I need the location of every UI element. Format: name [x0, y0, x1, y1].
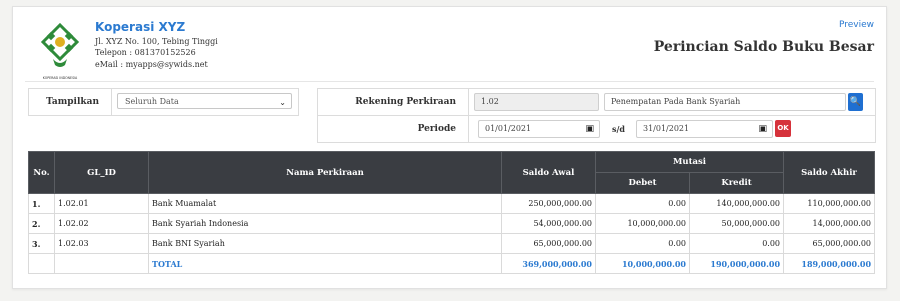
tampilkan-filter: Tampilkan Seluruh Data ⌄ [28, 88, 299, 116]
calendar-icon[interactable]: ▣ [758, 121, 767, 137]
date-to-value: 31/01/2021 [643, 124, 690, 133]
col-header-no: No. [28, 151, 55, 194]
ledger-table: No. GL_ID Nama Perkiraan Saldo Awal Muta… [28, 151, 876, 274]
total-saldo-akhir: 189,000,000.00 [783, 253, 876, 274]
row-saldo-awal: 54,000,000.00 [501, 213, 596, 234]
row-saldo-akhir: 110,000,000.00 [783, 193, 876, 214]
row-gl-id: 1.02.03 [54, 233, 149, 254]
company-phone: Telepon : 081370152526 [95, 48, 196, 58]
rekening-code-input[interactable]: 1.02 [474, 93, 599, 111]
table-row: 3. 1.02.03 Bank BNI Syariah 65,000,000.0… [28, 233, 876, 254]
company-info: Koperasi XYZ Jl. XYZ No. 100, Tebing Tin… [95, 19, 218, 70]
row-gl-id: 1.02.02 [54, 213, 149, 234]
col-header-saldo-akhir: Saldo Akhir [783, 151, 876, 194]
total-saldo-awal: 369,000,000.00 [501, 253, 596, 274]
row-gl-id: 1.02.01 [54, 193, 149, 214]
col-header-mutasi: Mutasi [594, 151, 785, 173]
tampilkan-select[interactable]: Seluruh Data ⌄ [117, 93, 292, 109]
date-from-input[interactable]: 01/01/2021 ▣ [478, 120, 600, 138]
row-kredit: 140,000,000.00 [688, 193, 785, 214]
col-header-debet: Debet [595, 172, 690, 194]
total-debet: 10,000,000.00 [595, 253, 690, 274]
row-saldo-akhir: 65,000,000.00 [783, 233, 876, 254]
date-to-input[interactable]: 31/01/2021 ▣ [636, 120, 773, 138]
company-email: eMail : myapps@sywids.net [95, 59, 208, 69]
row-nama: Bank BNI Syariah [148, 233, 502, 254]
rekening-periode-filter: Rekening Perkiraan 1.02 Penempatan Pada … [317, 88, 876, 143]
calendar-icon[interactable]: ▣ [585, 121, 594, 137]
table-row: 2. 1.02.02 Bank Syariah Indonesia 54,000… [28, 213, 876, 234]
header-divider [25, 81, 874, 82]
row-no: 3. [28, 233, 55, 254]
search-icon: 🔍 [849, 97, 862, 107]
col-header-saldo-awal: Saldo Awal [501, 151, 596, 194]
row-saldo-awal: 65,000,000.00 [501, 233, 596, 254]
row-nama: Bank Syariah Indonesia [148, 213, 502, 234]
row-saldo-akhir: 14,000,000.00 [783, 213, 876, 234]
company-address: Jl. XYZ No. 100, Tebing Tinggi [95, 37, 218, 46]
logo-caption: KOPERASI INDONESIA [43, 76, 78, 80]
row-nama: Bank Muamalat [148, 193, 502, 214]
row-kredit: 0.00 [688, 233, 785, 254]
date-from-value: 01/01/2021 [485, 124, 532, 133]
chevron-down-icon: ⌄ [279, 98, 286, 107]
row-debet: 0.00 [595, 233, 690, 254]
table-row: 1. 1.02.01 Bank Muamalat 250,000,000.00 … [28, 193, 876, 214]
preview-link[interactable]: Preview [839, 20, 874, 30]
tampilkan-label: Tampilkan [46, 97, 99, 107]
row-debet: 0.00 [595, 193, 690, 214]
col-header-nama: Nama Perkiraan [148, 151, 502, 194]
col-header-gl-id: GL_ID [54, 151, 149, 194]
report-card: KOPERASI INDONESIA Koperasi XYZ Jl. XYZ … [12, 6, 887, 289]
rekening-name-input[interactable]: Penempatan Pada Bank Syariah [604, 93, 846, 111]
company-name: Koperasi XYZ [95, 20, 186, 34]
page-title: Perincian Saldo Buku Besar [653, 39, 874, 55]
row-kredit: 50,000,000.00 [688, 213, 785, 234]
total-kredit: 190,000,000.00 [688, 253, 785, 274]
search-button[interactable]: 🔍 [848, 93, 863, 111]
sd-label: s/d [612, 124, 626, 134]
col-header-kredit: Kredit [688, 172, 785, 194]
row-no: 1. [28, 193, 55, 214]
tampilkan-select-value: Seluruh Data [125, 97, 179, 106]
rekening-label: Rekening Perkiraan [355, 97, 456, 107]
row-no: 2. [28, 213, 55, 234]
periode-label: Periode [417, 124, 456, 134]
ok-button[interactable]: OK [775, 120, 791, 137]
row-debet: 10,000,000.00 [595, 213, 690, 234]
row-saldo-awal: 250,000,000.00 [501, 193, 596, 214]
koperasi-logo: KOPERASI INDONESIA [40, 23, 80, 80]
total-row: TOTAL 369,000,000.00 10,000,000.00 190,0… [28, 253, 876, 274]
total-label: TOTAL [148, 253, 502, 274]
